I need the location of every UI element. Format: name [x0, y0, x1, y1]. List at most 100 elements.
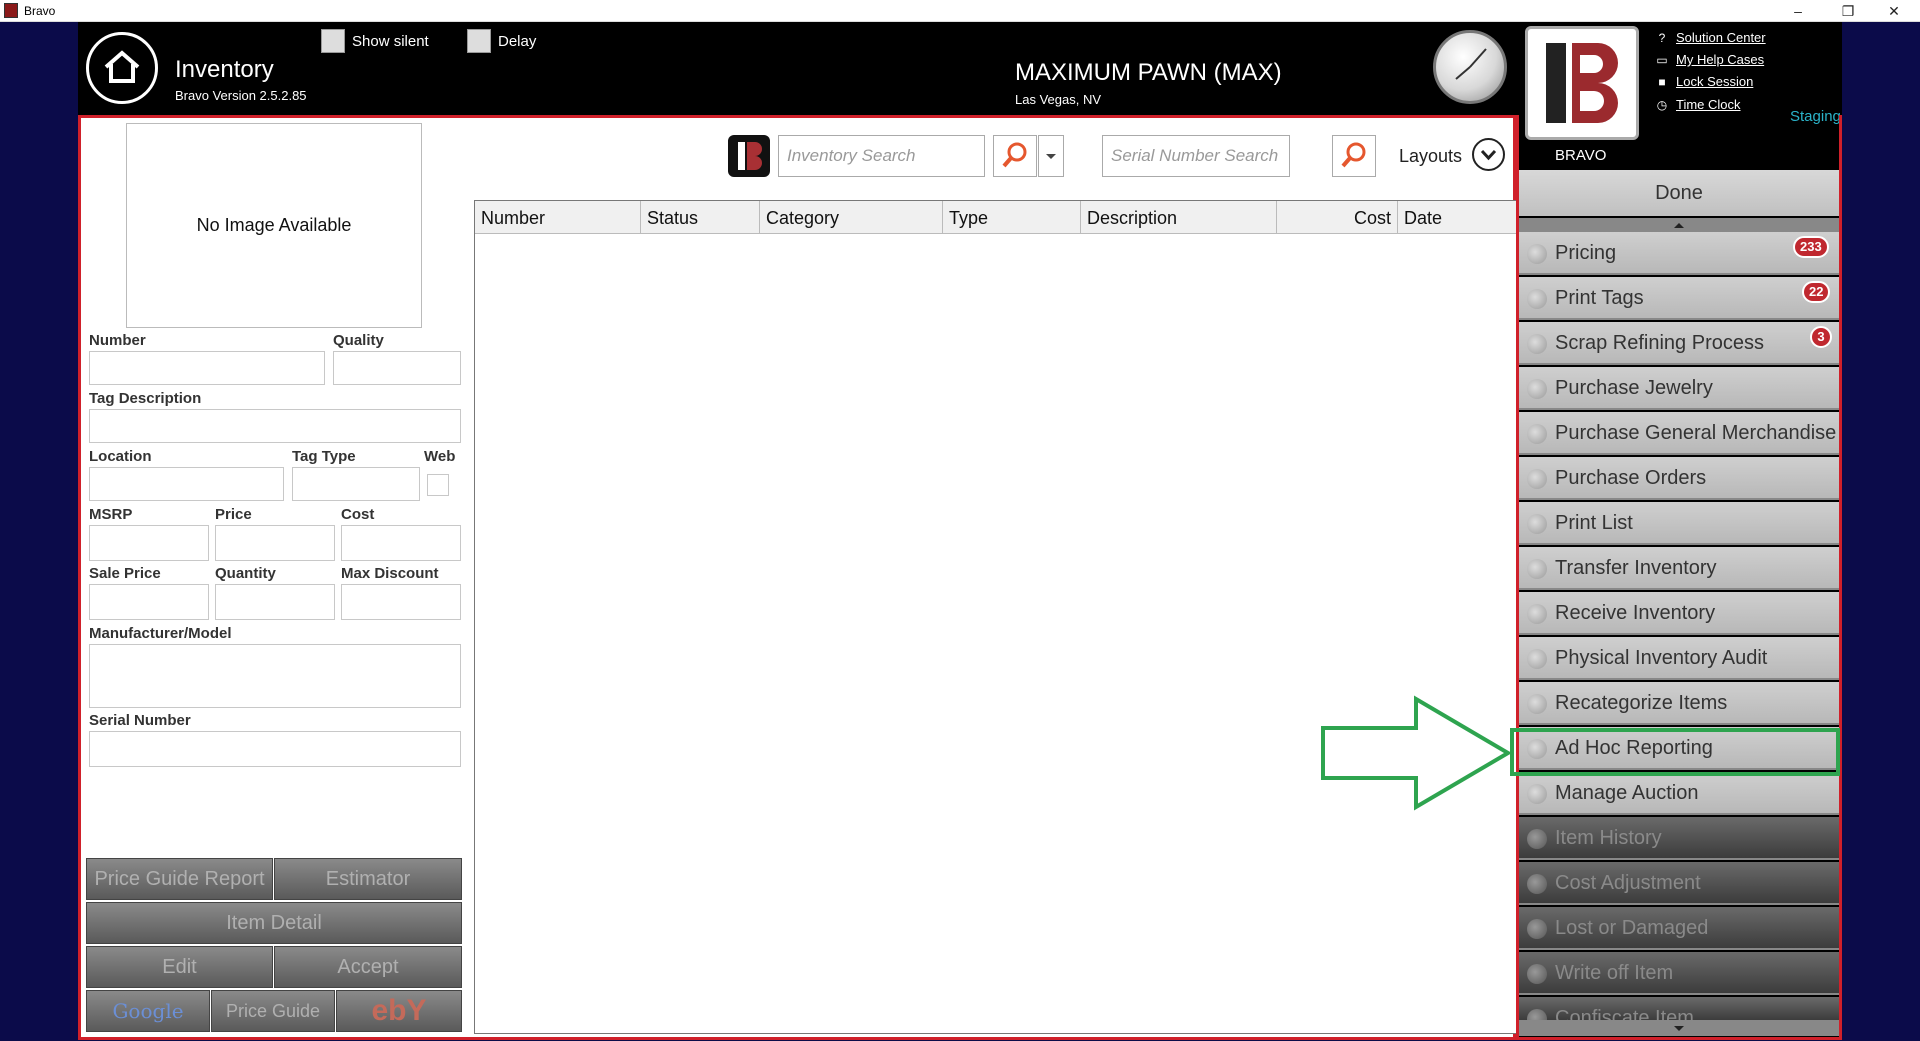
location-label: Location [89, 448, 152, 465]
menu-item-print-tags[interactable]: Print Tags 22 [1519, 277, 1839, 320]
menu-item-transfer-inventory[interactable]: Transfer Inventory [1519, 547, 1839, 590]
layouts-label: Layouts [1399, 146, 1463, 166]
max-discount-field[interactable] [341, 584, 461, 620]
radio-dot-icon [1527, 649, 1547, 669]
column-header-type[interactable]: Type [943, 201, 1081, 234]
sale-price-field[interactable] [89, 584, 209, 620]
number-field[interactable] [89, 351, 325, 385]
serial-number-field[interactable] [89, 731, 461, 767]
done-button[interactable]: Done [1516, 170, 1842, 216]
column-header-description[interactable]: Description [1081, 201, 1277, 234]
menu-item-purchase-jewelry[interactable]: Purchase Jewelry [1519, 367, 1839, 410]
price-field[interactable] [215, 525, 335, 561]
menu-item-manage-auction[interactable]: Manage Auction [1519, 772, 1839, 815]
menu-item-recategorize-items[interactable]: Recategorize Items [1519, 682, 1839, 725]
ad-hoc-reporting-highlight [1510, 728, 1840, 776]
tag-description-label: Tag Description [89, 390, 202, 407]
radio-dot-icon [1527, 694, 1547, 714]
close-button[interactable]: ✕ [1872, 0, 1916, 22]
radio-dot-icon [1527, 829, 1547, 849]
print-tags-count-badge: 22 [1802, 281, 1831, 303]
show-silent-checkbox[interactable] [321, 29, 345, 53]
menu-item-scrap-refining-process[interactable]: Scrap Refining Process 3 [1519, 322, 1839, 365]
item-form: No Image Available Number Quality Tag De… [81, 118, 471, 1037]
radio-dot-icon [1527, 289, 1547, 309]
column-header-date[interactable]: Date [1398, 201, 1516, 234]
menu-item-purchase-general-merchandise[interactable]: Purchase General Merchandise [1519, 412, 1839, 455]
inventory-search-input[interactable]: Inventory Search [778, 135, 985, 177]
delay-checkbox[interactable] [467, 29, 491, 53]
menu-item-confiscate-item: Confiscate Item [1519, 997, 1839, 1022]
ebay-button[interactable]: ebY [336, 990, 462, 1032]
scrap-refining-count-badge: 3 [1810, 326, 1832, 348]
minimize-button[interactable]: – [1776, 0, 1820, 22]
inventory-search-button[interactable] [993, 135, 1037, 177]
radio-dot-icon [1527, 514, 1547, 534]
location-field[interactable] [89, 467, 284, 501]
store-name: MAXIMUM PAWN (MAX) [1015, 59, 1282, 86]
tag-description-field[interactable] [89, 409, 461, 443]
column-header-number[interactable]: Number [475, 201, 641, 234]
quality-field[interactable] [333, 351, 461, 385]
menu-scroll-down[interactable] [1519, 1022, 1839, 1036]
item-detail-button[interactable]: Item Detail [86, 902, 462, 944]
brand-label: BRAVO [1555, 147, 1607, 164]
pricing-count-badge: 233 [1793, 236, 1829, 258]
radio-dot-icon [1527, 424, 1547, 444]
module-title: Inventory [175, 56, 274, 83]
web-label: Web [424, 448, 456, 465]
app-window: Inventory Bravo Version 2.5.2.85 Show si… [78, 22, 1842, 1040]
menu-scroll-up[interactable] [1519, 218, 1839, 232]
menu-item-physical-inventory-audit[interactable]: Physical Inventory Audit [1519, 637, 1839, 680]
question-icon: ? [1658, 31, 1666, 45]
radio-dot-icon [1527, 1009, 1547, 1020]
menu-item-print-list[interactable]: Print List [1519, 502, 1839, 545]
staging-label: Staging [1790, 108, 1841, 125]
menu-item-lost-or-damaged: Lost or Damaged [1519, 907, 1839, 950]
radio-dot-icon [1527, 379, 1547, 399]
show-silent-label: Show silent [352, 33, 429, 50]
item-image: No Image Available [126, 123, 422, 328]
column-header-category[interactable]: Category [760, 201, 943, 234]
radio-dot-icon [1527, 784, 1547, 804]
cost-field[interactable] [341, 525, 461, 561]
edit-button[interactable]: Edit [86, 946, 273, 988]
column-header-status[interactable]: Status [641, 201, 760, 234]
price-label: Price [215, 506, 252, 523]
magnifier-icon [1341, 142, 1366, 168]
msrp-field[interactable] [89, 525, 209, 561]
menu-item-cost-adjustment: Cost Adjustment [1519, 862, 1839, 905]
clock-icon[interactable] [1433, 30, 1507, 104]
magnifier-icon [1002, 142, 1027, 168]
manufacturer-model-field[interactable] [89, 644, 461, 708]
green-arrow-annotation [1321, 695, 1512, 811]
home-button[interactable] [86, 32, 158, 104]
quality-label: Quality [333, 332, 384, 349]
quantity-field[interactable] [215, 584, 335, 620]
bravo-app-icon [4, 3, 18, 18]
google-button[interactable]: Google [86, 990, 210, 1032]
tag-type-field[interactable] [292, 467, 420, 501]
search-options-dropdown[interactable] [1038, 135, 1064, 177]
accept-button[interactable]: Accept [274, 946, 462, 988]
column-header-cost[interactable]: Cost [1277, 201, 1398, 234]
price-guide-button[interactable]: Price Guide [211, 990, 335, 1032]
web-checkbox[interactable] [427, 474, 449, 496]
tag-type-label: Tag Type [292, 448, 356, 465]
menu-item-receive-inventory[interactable]: Receive Inventory [1519, 592, 1839, 635]
window-titlebar: Bravo – ❐ ✕ [0, 0, 1920, 22]
quantity-label: Quantity [215, 565, 276, 582]
serial-search-button[interactable] [1332, 135, 1376, 177]
estimator-button[interactable]: Estimator [274, 858, 462, 900]
radio-dot-icon [1527, 964, 1547, 984]
menu-item-pricing[interactable]: Pricing 233 [1519, 232, 1839, 275]
header: Inventory Bravo Version 2.5.2.85 Show si… [78, 22, 1842, 164]
bravo-logo [1525, 26, 1639, 140]
restore-button[interactable]: ❐ [1826, 0, 1870, 22]
store-location: Las Vegas, NV [1015, 92, 1101, 107]
price-guide-report-button[interactable]: Price Guide Report [86, 858, 273, 900]
inventory-grid[interactable]: Number Status Category Type Description … [474, 200, 1517, 1034]
serial-number-search-input[interactable]: Serial Number Search [1102, 135, 1290, 177]
layouts-dropdown-button[interactable] [1472, 138, 1505, 171]
menu-item-purchase-orders[interactable]: Purchase Orders [1519, 457, 1839, 500]
